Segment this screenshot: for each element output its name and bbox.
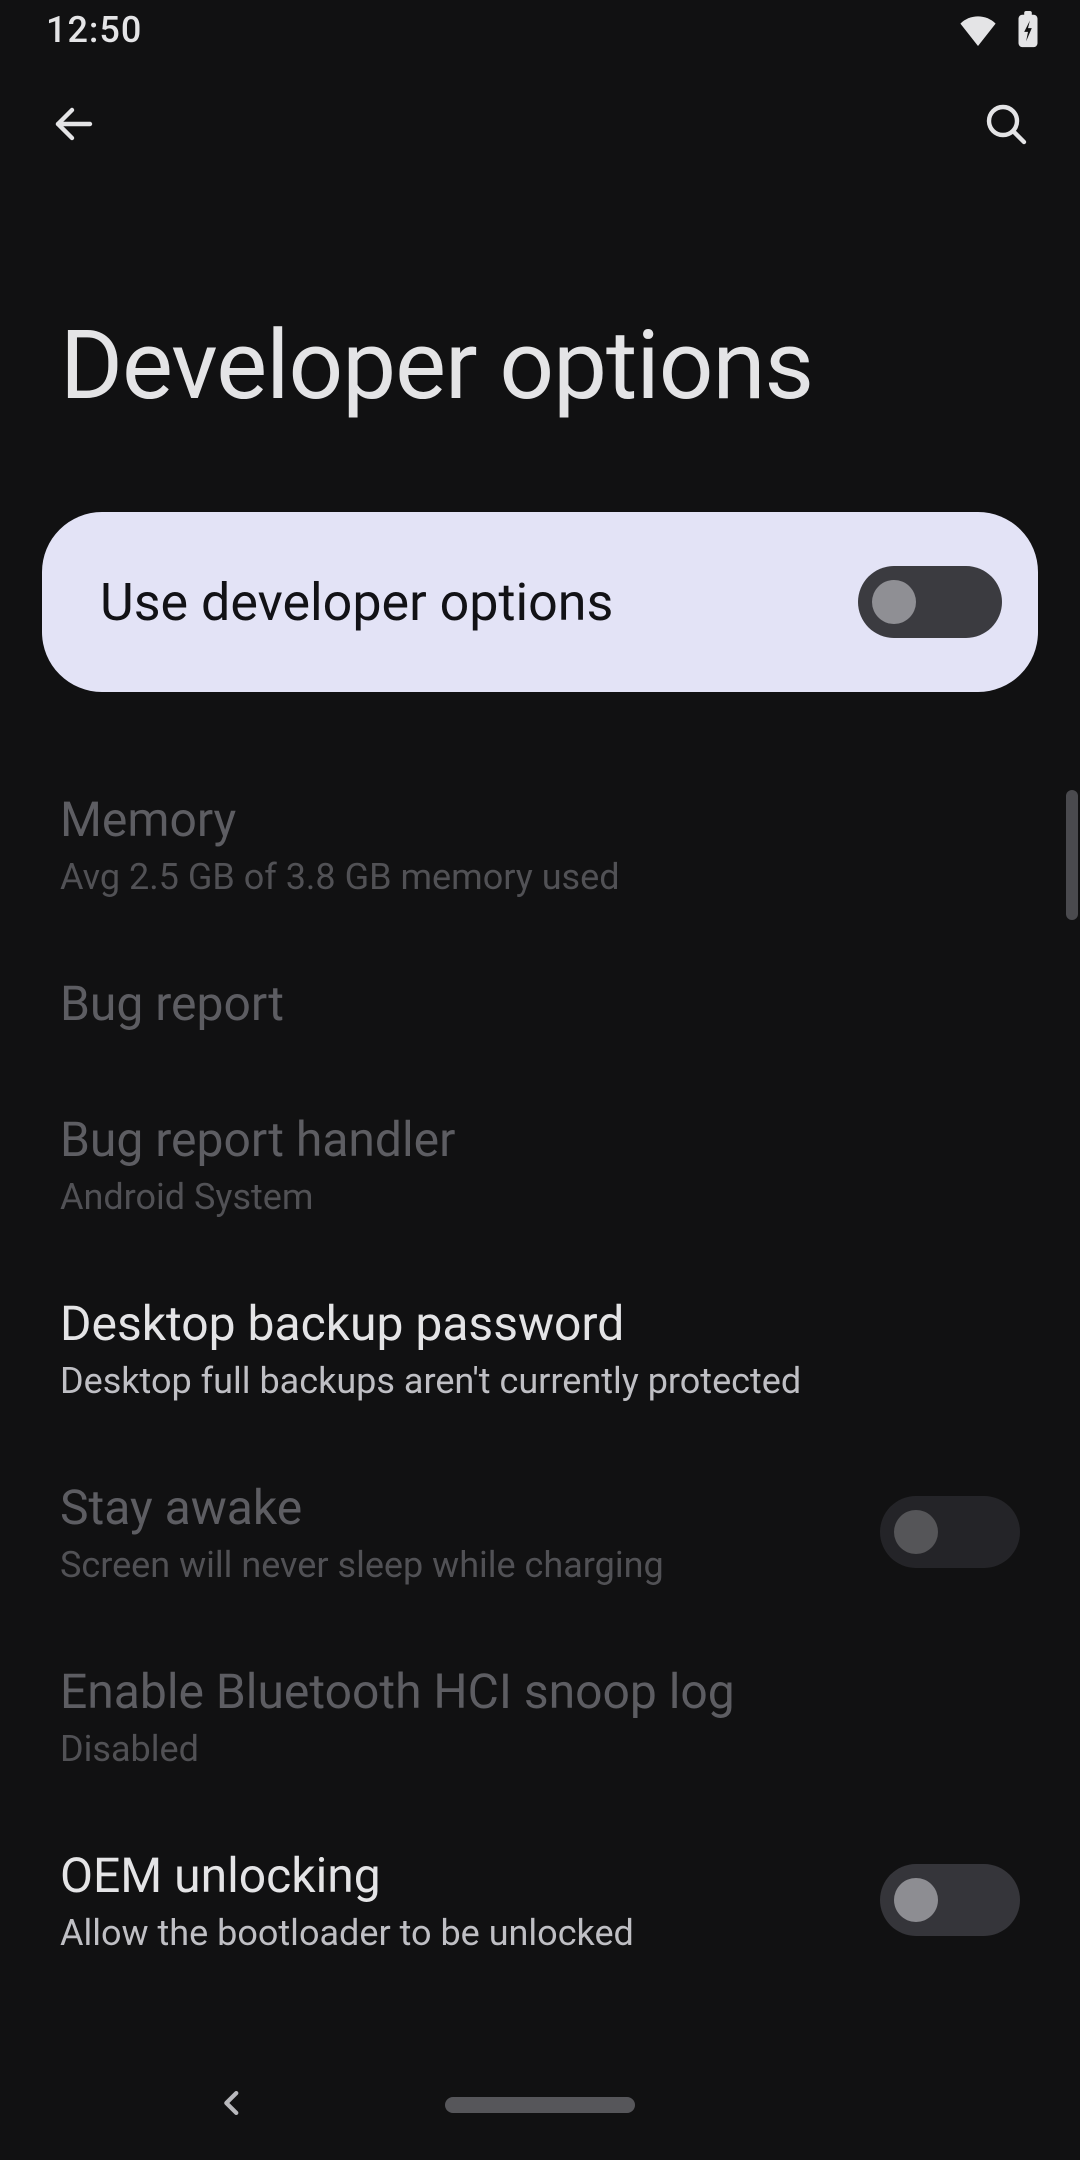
nav-back-button[interactable] — [215, 2086, 249, 2124]
setting-item-memory[interactable]: Memory Avg 2.5 GB of 3.8 GB memory used — [0, 752, 1080, 936]
setting-item-subtitle: Android System — [60, 1176, 1020, 1218]
setting-item-text: Stay awake Screen will never sleep while … — [60, 1478, 840, 1586]
setting-item-title: Desktop backup password — [60, 1294, 1020, 1354]
setting-item-text: Enable Bluetooth HCI snoop log Disabled — [60, 1662, 1020, 1770]
setting-item-title: OEM unlocking — [60, 1846, 840, 1906]
master-toggle-card[interactable]: Use developer options — [42, 512, 1038, 692]
page-title: Developer options — [0, 190, 1080, 494]
setting-item-title: Memory — [60, 790, 1020, 850]
setting-item-text: Memory Avg 2.5 GB of 3.8 GB memory used — [60, 790, 1020, 898]
setting-item-text: Bug report handler Android System — [60, 1110, 1020, 1218]
setting-item-desktop-backup[interactable]: Desktop backup password Desktop full back… — [0, 1256, 1080, 1440]
setting-item-text: OEM unlocking Allow the bootloader to be … — [60, 1846, 840, 1954]
setting-item-text: Desktop backup password Desktop full back… — [60, 1294, 1020, 1402]
navigation-bar — [0, 2050, 1080, 2160]
scrollbar-thumb[interactable] — [1066, 790, 1078, 920]
status-time: 12:50 — [46, 9, 142, 51]
setting-item-text: Bug report — [60, 974, 1020, 1034]
setting-item-stay-awake[interactable]: Stay awake Screen will never sleep while … — [0, 1440, 1080, 1624]
chevron-left-icon — [215, 2105, 249, 2124]
back-button[interactable] — [44, 95, 104, 155]
nav-home-pill[interactable] — [445, 2097, 635, 2113]
battery-charging-icon — [1016, 11, 1040, 49]
master-toggle-label: Use developer options — [100, 572, 613, 633]
master-toggle-switch[interactable] — [858, 566, 1002, 638]
wifi-icon — [958, 14, 998, 46]
setting-item-switch[interactable] — [880, 1496, 1020, 1568]
search-icon — [982, 100, 1030, 151]
setting-item-subtitle: Desktop full backups aren't currently pr… — [60, 1360, 1020, 1402]
search-button[interactable] — [976, 95, 1036, 155]
setting-item-title: Stay awake — [60, 1478, 840, 1538]
setting-item-title: Bug report — [60, 974, 1020, 1034]
setting-item-subtitle: Avg 2.5 GB of 3.8 GB memory used — [60, 856, 1020, 898]
setting-item-subtitle: Allow the bootloader to be unlocked — [60, 1912, 840, 1954]
status-bar: 12:50 — [0, 0, 1080, 60]
setting-item-title: Bug report handler — [60, 1110, 1020, 1170]
setting-item-bug-report[interactable]: Bug report — [0, 936, 1080, 1072]
app-bar — [0, 60, 1080, 190]
setting-item-subtitle: Disabled — [60, 1728, 1020, 1770]
settings-list: Memory Avg 2.5 GB of 3.8 GB memory used Bu… — [0, 752, 1080, 1992]
setting-item-subtitle: Screen will never sleep while charging — [60, 1544, 840, 1586]
setting-item-bt-hci[interactable]: Enable Bluetooth HCI snoop log Disabled — [0, 1624, 1080, 1808]
setting-item-bug-handler[interactable]: Bug report handler Android System — [0, 1072, 1080, 1256]
arrow-back-icon — [50, 100, 98, 151]
status-icons — [958, 11, 1040, 49]
setting-item-oem-unlock[interactable]: OEM unlocking Allow the bootloader to be … — [0, 1808, 1080, 1992]
setting-item-title: Enable Bluetooth HCI snoop log — [60, 1662, 1020, 1722]
setting-item-switch[interactable] — [880, 1864, 1020, 1936]
